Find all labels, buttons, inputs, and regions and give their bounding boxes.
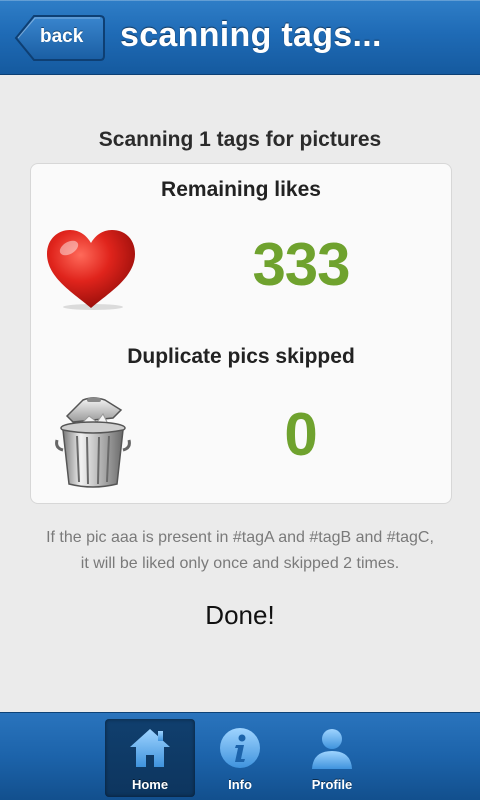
tab-home[interactable]: Home <box>105 719 195 797</box>
duplicates-skipped-count: 0 <box>284 401 318 468</box>
back-button[interactable]: back <box>14 14 106 62</box>
back-button-label: back <box>40 26 84 47</box>
home-icon <box>130 729 170 767</box>
duplicate-info-text: If the pic aaa is present in #tagA and #… <box>46 529 434 572</box>
remaining-likes-count: 333 <box>252 231 350 298</box>
trash-can-icon <box>55 397 131 488</box>
profile-icon <box>312 729 352 769</box>
stats-card: Remaining likes 333 Duplicate pics skipp… <box>30 163 452 504</box>
remaining-likes-label: Remaining likes <box>161 178 321 201</box>
tab-profile-label: Profile <box>311 777 353 792</box>
duplicates-skipped-label: Duplicate pics skipped <box>127 345 355 368</box>
tab-info[interactable]: Info <box>195 719 285 797</box>
heart-icon <box>47 230 135 310</box>
footer-nav: Home Info Profile <box>0 712 480 800</box>
tab-profile[interactable]: Profile <box>287 719 377 797</box>
header-bar: back scanning tags... <box>0 0 480 75</box>
tab-info-label: Info <box>228 777 252 792</box>
tab-home-label: Home <box>131 777 169 792</box>
info-icon <box>220 728 260 768</box>
page-title: scanning tags... <box>120 16 382 54</box>
done-text: Done! <box>205 600 275 630</box>
app-screen: back scanning tags... Scanning 1 tags fo… <box>0 0 480 800</box>
scan-status-text: Scanning 1 tags for pictures <box>98 128 382 151</box>
